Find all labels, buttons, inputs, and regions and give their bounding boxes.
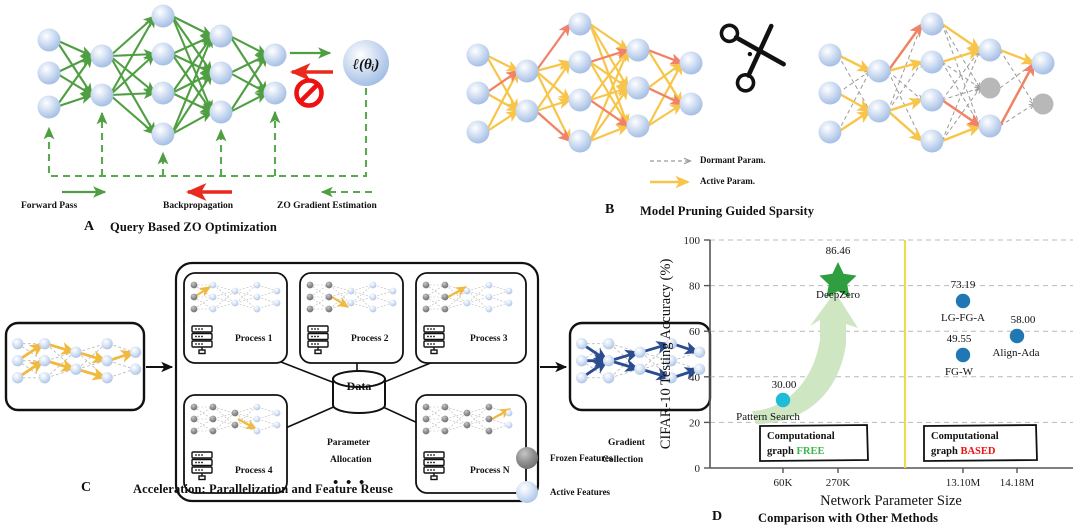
value-label-align-ada: 58.00 [1011, 314, 1036, 326]
process-n-label: Process N [470, 466, 510, 476]
y-tick-100: 100 [684, 235, 701, 247]
y-axis-ticks: 100 80 60 40 20 0 [684, 235, 710, 475]
process-2-label: Process 2 [351, 334, 389, 344]
active-features-label: Active Features [550, 487, 611, 497]
name-label-pattern-search: Pattern Search [736, 411, 800, 423]
panel-b-sparse-network [818, 12, 1055, 153]
panel-a-nodes [37, 4, 287, 146]
name-label-lg-fg-a: LG-FG-A [941, 312, 985, 324]
panel-b-dense-network [466, 12, 703, 153]
value-label-fg-w: 49.55 [947, 333, 972, 345]
process-box-1 [183, 272, 288, 364]
panel-b-caption: Model Pruning Guided Sparsity [640, 204, 815, 218]
zo-gradient-estimation-label: ZO Gradient Estimation [277, 201, 377, 211]
backpropagation-label: Backpropagation [163, 201, 234, 211]
free-box-line1: Computational [767, 431, 835, 442]
frozen-feature-sphere-icon [516, 447, 538, 469]
x-axis-title: Network Parameter Size [820, 493, 962, 509]
panel-a-letter: A [84, 219, 95, 234]
scatter-chart: 100 80 60 40 20 0 60K 270K 13.10M 14.18M [658, 235, 1073, 509]
y-tick-20: 20 [689, 417, 701, 429]
process-1-label: Process 1 [235, 334, 273, 344]
value-label-lg-fg-a: 73.19 [951, 279, 976, 291]
y-tick-0: 0 [695, 463, 701, 475]
svg-text:graph BASED: graph BASED [931, 446, 996, 457]
data-point-pattern-search[interactable] [775, 392, 791, 408]
parameter-allocation-line1: Parameter [327, 438, 371, 448]
panel-a: ℓ(θᵢ) Forward Pass Backpropagation ZO Gr… [0, 0, 450, 235]
y-tick-60: 60 [689, 326, 701, 338]
data-point-align-ada[interactable] [1009, 328, 1025, 344]
free-box-prefix: graph [767, 446, 796, 457]
panel-c: Process 1 Process 2 Process 3 Process 4 … [0, 240, 712, 532]
based-box-prefix: graph [931, 446, 960, 457]
panel-a-edges [55, 14, 269, 136]
panel-b-diagram [466, 12, 1055, 189]
data-point-fg-w[interactable] [955, 347, 971, 363]
upward-trend-arrow [752, 292, 858, 424]
x-tick-270k: 270K [826, 477, 851, 489]
y-tick-80: 80 [689, 281, 701, 293]
panel-c-letter: C [81, 480, 92, 495]
svg-text:graph FREE: graph FREE [767, 446, 824, 457]
scissors-icon [719, 23, 786, 93]
panel-c-caption: Acceleration: Parallelization and Featur… [133, 482, 393, 496]
process-box-4 [183, 394, 288, 494]
x-tick-13-10m: 13.10M [946, 477, 981, 489]
y-tick-40: 40 [689, 372, 701, 384]
input-model-box [4, 321, 146, 412]
process-box-3 [415, 272, 527, 364]
x-axis-ticks: 60K 270K 13.10M 14.18M [774, 468, 1035, 489]
name-label-align-ada: Align-Ada [992, 347, 1039, 359]
frozen-features-label: Frozen Features [550, 453, 613, 463]
panel-d-caption: Comparison with Other Methods [758, 511, 939, 525]
y-axis-title: CIFAR-10 Testing Accuracy (%) [658, 259, 674, 450]
panel-d-letter: D [712, 509, 723, 524]
value-label-deepzero: 86.46 [826, 245, 851, 257]
computational-graph-based-box: Computational graph BASED [923, 424, 1038, 462]
process-4-label: Process 4 [235, 466, 273, 476]
panel-b-legend [650, 161, 690, 189]
based-box-key: BASED [960, 446, 995, 457]
panel-a-caption: Query Based ZO Optimization [110, 220, 277, 234]
forward-pass-label: Forward Pass [21, 201, 78, 211]
panel-a-diagram: ℓ(θᵢ) [37, 4, 389, 201]
data-point-lg-fg-a[interactable] [955, 293, 971, 309]
gradient-collection-line1: Gradient [608, 438, 645, 448]
active-feature-sphere-icon [516, 481, 538, 503]
computational-graph-free-box: Computational graph FREE [759, 424, 869, 462]
x-tick-60k: 60K [774, 477, 793, 489]
process-box-n [415, 394, 527, 494]
panel-b-letter: B [605, 202, 615, 217]
name-label-deepzero: DeepZero [816, 289, 860, 301]
process-box-2 [299, 272, 404, 364]
dormant-param-label: Dormant Param. [700, 155, 766, 165]
based-box-line1: Computational [931, 431, 999, 442]
panel-b: Dormant Param. Active Param. B Model Pru… [450, 0, 1080, 232]
parameter-allocation-line2: Allocation [330, 455, 372, 465]
process-3-label: Process 3 [470, 334, 508, 344]
figure-root: ℓ(θᵢ) Forward Pass Backpropagation ZO Gr… [0, 0, 1080, 532]
value-label-pattern-search: 30.00 [772, 379, 797, 391]
active-param-label: Active Param. [700, 176, 755, 186]
free-box-key: FREE [796, 446, 824, 457]
panel-d: 100 80 60 40 20 0 60K 270K 13.10M 14.18M [648, 228, 1080, 532]
x-tick-14-18m: 14.18M [1000, 477, 1035, 489]
loss-node-label: ℓ(θᵢ) [353, 57, 380, 73]
data-store-label: Data [346, 379, 372, 393]
name-label-fg-w: FG-W [945, 366, 974, 378]
no-entry-icon [294, 78, 324, 108]
